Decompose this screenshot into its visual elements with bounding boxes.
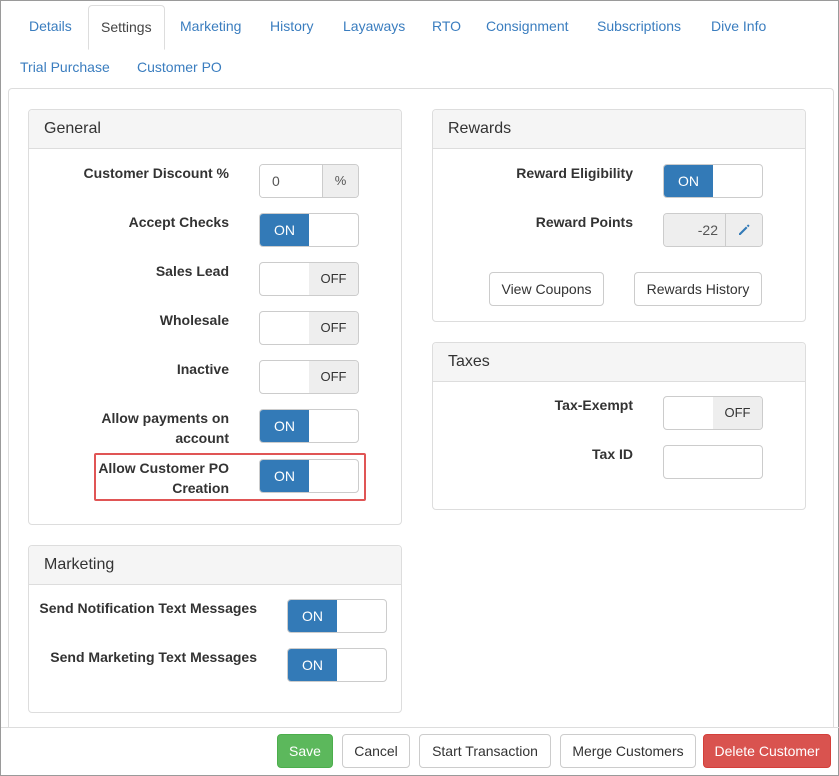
tab-rto[interactable]: RTO	[432, 17, 461, 35]
tab-subscriptions[interactable]: Subscriptions	[597, 17, 681, 35]
allow-payments-label-line2: account	[175, 430, 229, 446]
reward-points-label: Reward Points	[535, 214, 633, 230]
reward-points-value: -22	[664, 214, 726, 246]
toggle-on-label: ON	[260, 214, 309, 246]
toggle-on-label: ON	[260, 410, 309, 442]
tax-id-label: Tax ID	[592, 446, 633, 462]
toggle-off-label: OFF	[309, 361, 358, 393]
reward-eligibility-toggle[interactable]: ON	[663, 164, 763, 198]
rewards-history-button[interactable]: Rewards History	[634, 272, 762, 306]
toggle-on-label: ON	[288, 649, 337, 681]
tab-settings[interactable]: Settings	[88, 5, 165, 50]
tab-history[interactable]: History	[270, 17, 314, 35]
tab-marketing[interactable]: Marketing	[180, 17, 241, 35]
save-button[interactable]: Save	[277, 734, 333, 768]
tab-dive-info[interactable]: Dive Info	[711, 17, 766, 35]
marketing-texts-toggle[interactable]: ON	[287, 648, 387, 682]
allow-payments-label-line1: Allow payments on	[101, 410, 229, 426]
toggle-on-label: ON	[664, 165, 713, 197]
rewards-panel-title: Rewards	[433, 110, 805, 149]
cancel-button[interactable]: Cancel	[342, 734, 410, 768]
taxes-panel-title: Taxes	[433, 343, 805, 382]
allow-payments-toggle[interactable]: ON	[259, 409, 359, 443]
inactive-label: Inactive	[176, 361, 229, 377]
pencil-icon[interactable]	[725, 214, 762, 246]
reward-points-input-group: -22	[663, 213, 763, 247]
customer-discount-label: Customer Discount %	[83, 165, 229, 181]
toggle-off-label: OFF	[713, 397, 762, 429]
marketing-panel-title: Marketing	[29, 546, 401, 585]
delete-customer-button[interactable]: Delete Customer	[703, 734, 831, 768]
accept-checks-toggle[interactable]: ON	[259, 213, 359, 247]
highlight-annotation	[94, 453, 366, 501]
inactive-toggle[interactable]: OFF	[259, 360, 359, 394]
tab-trial-purchase[interactable]: Trial Purchase	[20, 58, 110, 76]
tab-layaways[interactable]: Layaways	[343, 17, 405, 35]
customer-discount-input-group: 0 %	[259, 164, 359, 198]
notification-texts-label: Send Notification Text Messages	[39, 600, 257, 616]
allow-payments-label: Allow payments on account	[41, 408, 229, 448]
tab-details[interactable]: Details	[29, 17, 72, 35]
merge-customers-button[interactable]: Merge Customers	[560, 734, 696, 768]
tax-exempt-label: Tax-Exempt	[554, 397, 633, 413]
general-panel-title: General	[29, 110, 401, 149]
view-coupons-button[interactable]: View Coupons	[489, 272, 604, 306]
sales-lead-label: Sales Lead	[155, 263, 229, 279]
tab-customer-po[interactable]: Customer PO	[137, 58, 222, 76]
toggle-on-label: ON	[288, 600, 337, 632]
marketing-texts-label: Send Marketing Text Messages	[50, 649, 257, 665]
accept-checks-label: Accept Checks	[128, 214, 229, 230]
percent-addon: %	[322, 165, 358, 197]
start-transaction-button[interactable]: Start Transaction	[419, 734, 551, 768]
toggle-off-label: OFF	[309, 312, 358, 344]
tax-exempt-toggle[interactable]: OFF	[663, 396, 763, 430]
customer-discount-input[interactable]: 0	[260, 165, 323, 197]
wholesale-label: Wholesale	[159, 312, 229, 328]
tab-consignment[interactable]: Consignment	[486, 17, 569, 35]
tax-id-input[interactable]	[663, 445, 763, 479]
toggle-off-label: OFF	[309, 263, 358, 295]
footer-divider	[1, 727, 839, 728]
notification-texts-toggle[interactable]: ON	[287, 599, 387, 633]
tab-bar: Details Settings Marketing History Layaw…	[1, 1, 839, 89]
reward-eligibility-label: Reward Eligibility	[516, 165, 633, 181]
sales-lead-toggle[interactable]: OFF	[259, 262, 359, 296]
wholesale-toggle[interactable]: OFF	[259, 311, 359, 345]
